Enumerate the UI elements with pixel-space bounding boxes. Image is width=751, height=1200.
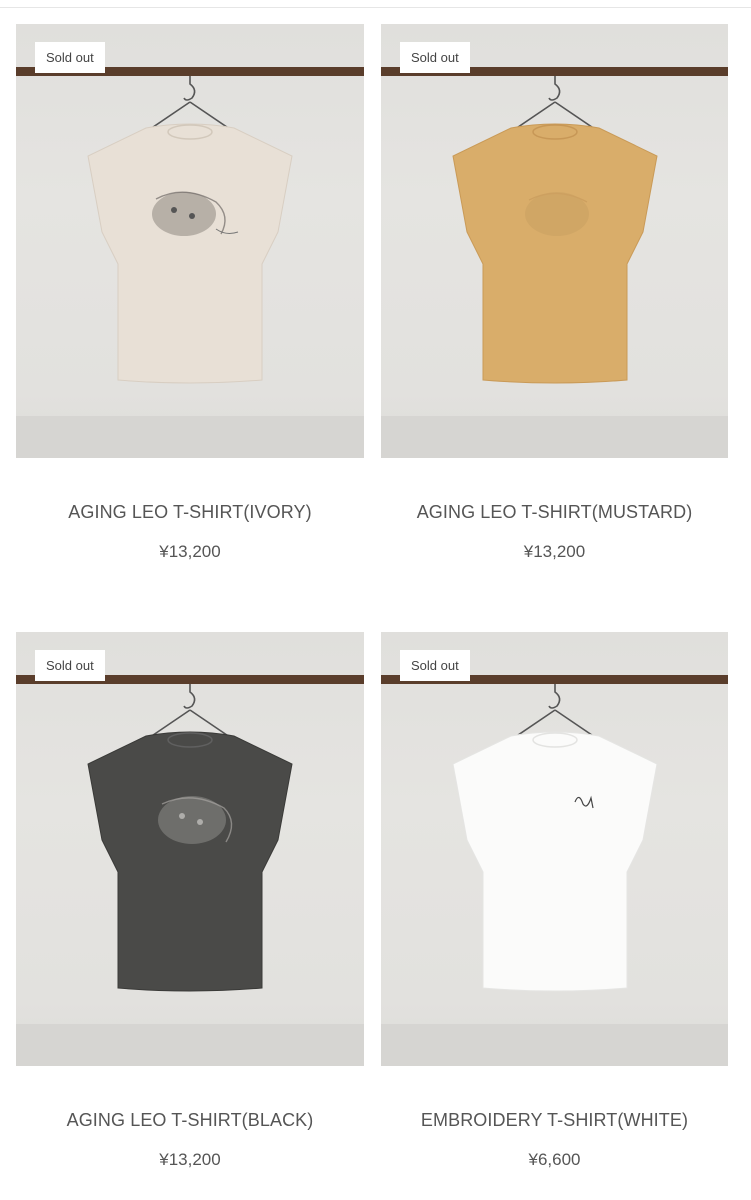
product-title[interactable]: AGING LEO T-SHIRT(MUSTARD) (381, 502, 728, 523)
sold-out-badge: Sold out (35, 42, 105, 73)
top-divider (0, 7, 751, 8)
product-card[interactable]: Sold out AGING LEO T-SHIRT(MUSTARD) ¥13,… (381, 24, 728, 562)
leopard-print-graphic (525, 192, 589, 236)
product-image[interactable]: Sold out (381, 24, 728, 458)
tshirt-graphic (87, 731, 293, 992)
floor (16, 1024, 364, 1066)
product-price: ¥13,200 (159, 1150, 221, 1169)
tshirt-graphic (87, 123, 293, 384)
product-card[interactable]: Sold out EMBROIDERY T-SHIRT(WHITE) ¥6,60… (381, 632, 728, 1170)
product-card[interactable]: Sold out AGING LEO T-SHIRT(BLACK) ¥13,20… (16, 632, 364, 1170)
product-image[interactable]: Sold out (381, 632, 728, 1066)
product-price: ¥6,600 (528, 1150, 581, 1169)
product-image[interactable]: Sold out (16, 24, 364, 458)
sold-out-badge: Sold out (35, 650, 105, 681)
product-price: ¥13,200 (159, 542, 221, 561)
product-title[interactable]: AGING LEO T-SHIRT(IVORY) (16, 502, 364, 523)
product-price: ¥13,200 (523, 542, 586, 561)
product-title[interactable]: EMBROIDERY T-SHIRT(WHITE) (381, 1110, 728, 1131)
product-title[interactable]: AGING LEO T-SHIRT(BLACK) (16, 1110, 364, 1131)
sold-out-badge: Sold out (400, 650, 470, 681)
floor (16, 416, 364, 458)
floor (381, 416, 728, 458)
floor (381, 1024, 728, 1066)
product-card[interactable]: Sold out AGING LEO T-SHIRT(IVORY) ¥13,20… (16, 24, 364, 562)
product-image[interactable]: Sold out (16, 632, 364, 1066)
sold-out-badge: Sold out (400, 42, 470, 73)
tshirt-graphic (452, 123, 658, 384)
tshirt-graphic (452, 731, 658, 992)
